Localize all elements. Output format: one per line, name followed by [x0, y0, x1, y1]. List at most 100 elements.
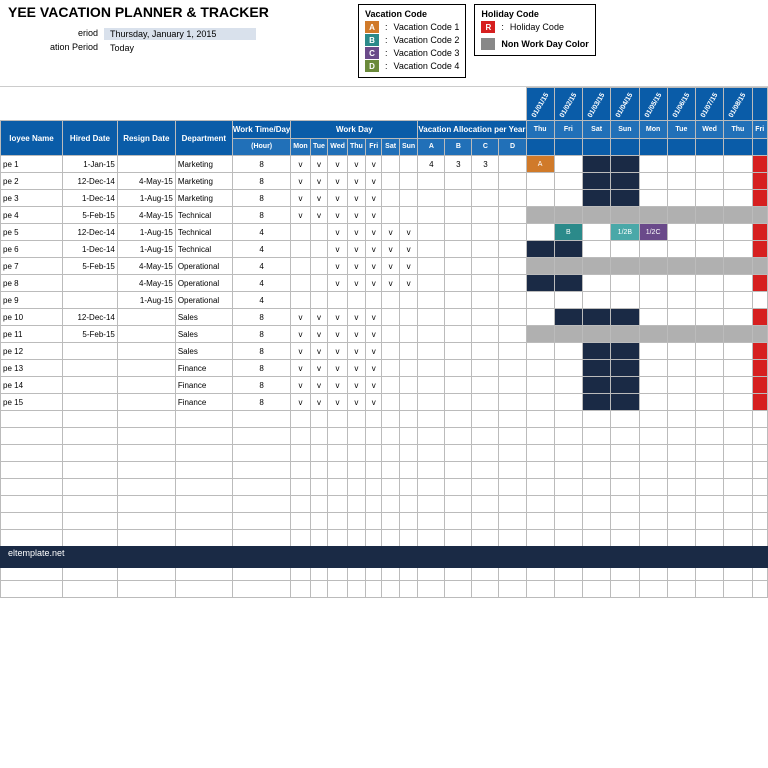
cell-day[interactable]: v — [310, 173, 328, 190]
empty-cell[interactable] — [328, 530, 347, 547]
cell-day[interactable]: v — [347, 156, 365, 173]
cal-cell[interactable] — [639, 190, 667, 207]
empty-cell[interactable] — [1, 496, 63, 513]
cal-cell[interactable] — [526, 326, 554, 343]
empty-cell[interactable] — [526, 479, 554, 496]
cell-day[interactable]: v — [328, 258, 347, 275]
empty-cell[interactable] — [175, 530, 232, 547]
empty-cell[interactable] — [752, 581, 768, 598]
cal-cell[interactable] — [752, 241, 768, 258]
empty-cell[interactable] — [724, 530, 752, 547]
empty-cell[interactable] — [117, 445, 175, 462]
cal-cell[interactable] — [667, 292, 695, 309]
cell-alloc[interactable] — [472, 275, 499, 292]
cal-cell[interactable] — [526, 394, 554, 411]
empty-cell[interactable] — [175, 428, 232, 445]
cal-cell[interactable] — [611, 309, 639, 326]
cal-cell[interactable] — [752, 224, 768, 241]
cell-name[interactable]: pe 11 — [1, 326, 63, 343]
cal-cell[interactable] — [526, 258, 554, 275]
cell-alloc[interactable]: 3 — [445, 156, 472, 173]
empty-cell[interactable] — [583, 411, 611, 428]
cal-cell[interactable] — [526, 360, 554, 377]
empty-cell[interactable] — [232, 496, 291, 513]
empty-cell[interactable] — [328, 428, 347, 445]
empty-cell[interactable] — [667, 581, 695, 598]
empty-cell[interactable] — [366, 411, 382, 428]
cell-alloc[interactable] — [445, 360, 472, 377]
cal-cell[interactable] — [724, 207, 752, 224]
empty-cell[interactable] — [399, 479, 418, 496]
empty-cell[interactable] — [554, 411, 582, 428]
cal-cell[interactable] — [554, 207, 582, 224]
cal-cell[interactable] — [639, 394, 667, 411]
empty-cell[interactable] — [724, 428, 752, 445]
cal-cell[interactable] — [696, 173, 724, 190]
cal-cell[interactable] — [724, 275, 752, 292]
empty-cell[interactable] — [1, 428, 63, 445]
empty-cell[interactable] — [63, 462, 118, 479]
empty-cell[interactable] — [696, 445, 724, 462]
cell-hired[interactable]: 5-Feb-15 — [63, 207, 118, 224]
cell-day[interactable]: v — [399, 241, 418, 258]
empty-cell[interactable] — [696, 462, 724, 479]
empty-cell[interactable] — [583, 513, 611, 530]
cal-cell[interactable] — [696, 292, 724, 309]
empty-cell[interactable] — [399, 581, 418, 598]
cell-day[interactable]: v — [310, 343, 328, 360]
cell-day[interactable]: v — [328, 377, 347, 394]
cal-cell[interactable] — [583, 394, 611, 411]
cell-alloc[interactable] — [499, 224, 526, 241]
empty-cell[interactable] — [328, 411, 347, 428]
cell-day[interactable]: v — [366, 377, 382, 394]
empty-cell[interactable] — [724, 411, 752, 428]
cal-cell[interactable] — [667, 377, 695, 394]
empty-cell[interactable] — [554, 462, 582, 479]
empty-cell[interactable] — [117, 496, 175, 513]
empty-cell[interactable] — [63, 411, 118, 428]
empty-cell[interactable] — [328, 462, 347, 479]
cell-day[interactable] — [399, 326, 418, 343]
cell-hired[interactable] — [63, 360, 118, 377]
empty-cell[interactable] — [583, 530, 611, 547]
empty-cell[interactable] — [752, 445, 768, 462]
empty-cell[interactable] — [366, 530, 382, 547]
cell-work[interactable]: 4 — [232, 241, 291, 258]
cell-dept[interactable]: Marketing — [175, 156, 232, 173]
cell-work[interactable]: 8 — [232, 190, 291, 207]
cell-day[interactable]: v — [310, 360, 328, 377]
empty-cell[interactable] — [232, 581, 291, 598]
empty-cell[interactable] — [611, 496, 639, 513]
cal-cell[interactable] — [696, 156, 724, 173]
cell-alloc[interactable] — [472, 377, 499, 394]
empty-cell[interactable] — [291, 445, 310, 462]
cell-hired[interactable] — [63, 377, 118, 394]
empty-cell[interactable] — [472, 462, 499, 479]
cell-day[interactable]: v — [291, 309, 310, 326]
empty-cell[interactable] — [1, 581, 63, 598]
cell-alloc[interactable] — [472, 309, 499, 326]
cell-dept[interactable]: Finance — [175, 360, 232, 377]
cell-hired[interactable]: 12-Dec-14 — [63, 173, 118, 190]
empty-cell[interactable] — [117, 479, 175, 496]
empty-cell[interactable] — [63, 479, 118, 496]
empty-cell[interactable] — [418, 411, 445, 428]
cell-day[interactable]: v — [347, 173, 365, 190]
cal-cell[interactable] — [667, 258, 695, 275]
cal-cell[interactable] — [583, 190, 611, 207]
empty-cell[interactable] — [310, 513, 328, 530]
cell-dept[interactable]: Sales — [175, 309, 232, 326]
empty-cell[interactable] — [526, 462, 554, 479]
empty-cell[interactable] — [175, 479, 232, 496]
empty-cell[interactable] — [639, 513, 667, 530]
empty-cell[interactable] — [696, 513, 724, 530]
empty-cell[interactable] — [418, 581, 445, 598]
cell-resign[interactable]: 4-May-15 — [117, 258, 175, 275]
empty-cell[interactable] — [445, 428, 472, 445]
cell-day[interactable] — [310, 258, 328, 275]
cal-cell[interactable] — [526, 309, 554, 326]
cell-day[interactable] — [310, 275, 328, 292]
empty-cell[interactable] — [554, 513, 582, 530]
empty-cell[interactable] — [445, 462, 472, 479]
cell-resign[interactable]: 4-May-15 — [117, 207, 175, 224]
